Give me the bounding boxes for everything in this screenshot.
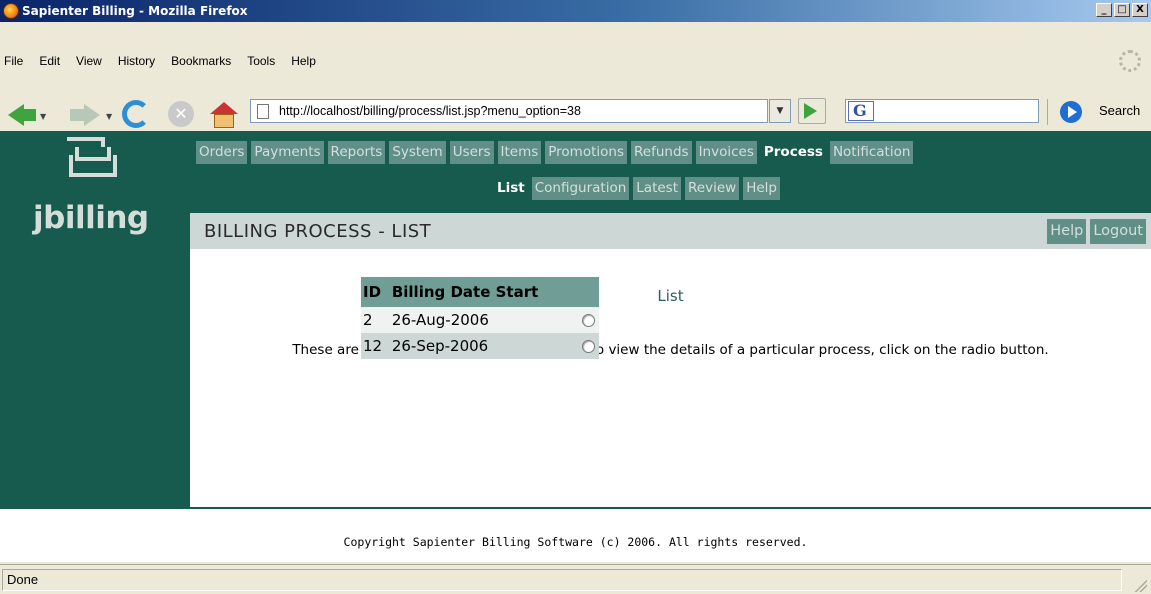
address-bar[interactable]: http://localhost/billing/process/list.js… bbox=[250, 99, 768, 123]
subtab-latest[interactable]: Latest bbox=[633, 177, 682, 200]
cell-id: 12 bbox=[361, 333, 390, 359]
main-content: List These are the billing processes run… bbox=[190, 249, 1151, 509]
close-button[interactable]: X bbox=[1132, 3, 1148, 17]
sidebar: jbilling bbox=[0, 131, 190, 509]
window-title-bar: Sapienter Billing - Mozilla Firefox _ □ … bbox=[0, 0, 1151, 22]
col-select-header bbox=[577, 277, 599, 307]
go-arrow-icon bbox=[800, 100, 820, 122]
maximize-button[interactable]: □ bbox=[1114, 3, 1130, 17]
tab-process[interactable]: Process bbox=[761, 141, 826, 164]
tab-orders[interactable]: Orders bbox=[196, 141, 248, 164]
menu-edit[interactable]: Edit bbox=[31, 48, 68, 74]
subtab-list[interactable]: List bbox=[494, 177, 528, 200]
table-header-row: ID Billing Date Start bbox=[361, 277, 599, 307]
forward-arrow-icon bbox=[84, 104, 100, 126]
table-row: 2 26-Aug-2006 bbox=[361, 307, 599, 333]
select-radio[interactable] bbox=[581, 314, 595, 327]
tab-reports[interactable]: Reports bbox=[327, 141, 386, 164]
tab-system[interactable]: System bbox=[389, 141, 446, 164]
throbber-icon bbox=[1119, 50, 1141, 72]
minimize-button[interactable]: _ bbox=[1096, 3, 1112, 17]
address-dropdown-chevron-icon[interactable]: ▼ bbox=[769, 99, 791, 123]
status-bar: Done bbox=[0, 564, 1151, 594]
search-input[interactable]: G bbox=[845, 99, 1039, 123]
tab-invoices[interactable]: Invoices bbox=[695, 141, 757, 164]
menu-tools[interactable]: Tools bbox=[239, 48, 283, 74]
tab-users[interactable]: Users bbox=[449, 141, 494, 164]
subtab-configuration[interactable]: Configuration bbox=[531, 177, 630, 200]
table-row: 12 26-Sep-2006 bbox=[361, 333, 599, 359]
process-table: ID Billing Date Start 2 26-Aug-2006 12 2… bbox=[361, 277, 599, 359]
main-menu: Orders Payments Reports System Users Ite… bbox=[196, 141, 914, 164]
page-title: BILLING PROCESS - LIST bbox=[204, 221, 432, 242]
tab-payments[interactable]: Payments bbox=[251, 141, 324, 164]
col-id-header: ID bbox=[361, 277, 390, 307]
search-go-icon[interactable] bbox=[1060, 101, 1082, 123]
tab-items[interactable]: Items bbox=[497, 141, 542, 164]
status-text: Done bbox=[2, 569, 1122, 591]
menu-help[interactable]: Help bbox=[283, 48, 324, 74]
home-icon[interactable] bbox=[210, 102, 238, 128]
menu-file[interactable]: File bbox=[0, 48, 31, 74]
tab-refunds[interactable]: Refunds bbox=[631, 141, 692, 164]
back-history-chevron-icon[interactable]: ▼ bbox=[40, 112, 46, 121]
cell-date: 26-Sep-2006 bbox=[389, 333, 578, 359]
search-button-label[interactable]: Search bbox=[1099, 103, 1140, 118]
address-url[interactable]: http://localhost/billing/process/list.js… bbox=[279, 104, 581, 118]
sub-menu: List Configuration Latest Review Help bbox=[494, 177, 780, 200]
reload-icon[interactable] bbox=[122, 100, 150, 128]
cell-date: 26-Aug-2006 bbox=[389, 307, 578, 333]
jbilling-logo-icon bbox=[67, 137, 117, 179]
section-title: List bbox=[657, 287, 684, 305]
subtab-help[interactable]: Help bbox=[743, 177, 780, 200]
page-content: jbilling Orders Payments Reports System … bbox=[0, 131, 1151, 562]
menu-history[interactable]: History bbox=[110, 48, 163, 74]
menu-bookmarks[interactable]: Bookmarks bbox=[163, 48, 239, 74]
page-header-bar: BILLING PROCESS - LIST Help Logout bbox=[190, 213, 1151, 249]
help-link[interactable]: Help bbox=[1047, 219, 1087, 244]
select-radio[interactable] bbox=[581, 340, 595, 353]
subtab-review[interactable]: Review bbox=[685, 177, 740, 200]
stop-icon[interactable]: ✕ bbox=[168, 101, 194, 127]
menu-view[interactable]: View bbox=[68, 48, 110, 74]
google-engine-icon[interactable]: G bbox=[848, 101, 874, 121]
toolbar-separator bbox=[1047, 99, 1048, 125]
col-date-header: Billing Date Start bbox=[389, 277, 578, 307]
forward-history-chevron-icon[interactable]: ▼ bbox=[106, 112, 112, 121]
menu-bar: File Edit View History Bookmarks Tools H… bbox=[0, 48, 324, 74]
resize-grip-icon[interactable] bbox=[1133, 578, 1147, 592]
window-title: Sapienter Billing - Mozilla Firefox bbox=[22, 4, 248, 18]
firefox-icon bbox=[3, 3, 19, 19]
cell-id: 2 bbox=[361, 307, 390, 333]
logo-text: jbilling bbox=[33, 200, 149, 236]
logout-link[interactable]: Logout bbox=[1090, 219, 1146, 244]
intro-text: These are the billing processes run to d… bbox=[292, 342, 1049, 358]
tab-promotions[interactable]: Promotions bbox=[545, 141, 627, 164]
copyright-text: Copyright Sapienter Billing Software (c)… bbox=[343, 535, 808, 549]
page-icon bbox=[257, 104, 269, 119]
tab-notification[interactable]: Notification bbox=[829, 141, 914, 164]
